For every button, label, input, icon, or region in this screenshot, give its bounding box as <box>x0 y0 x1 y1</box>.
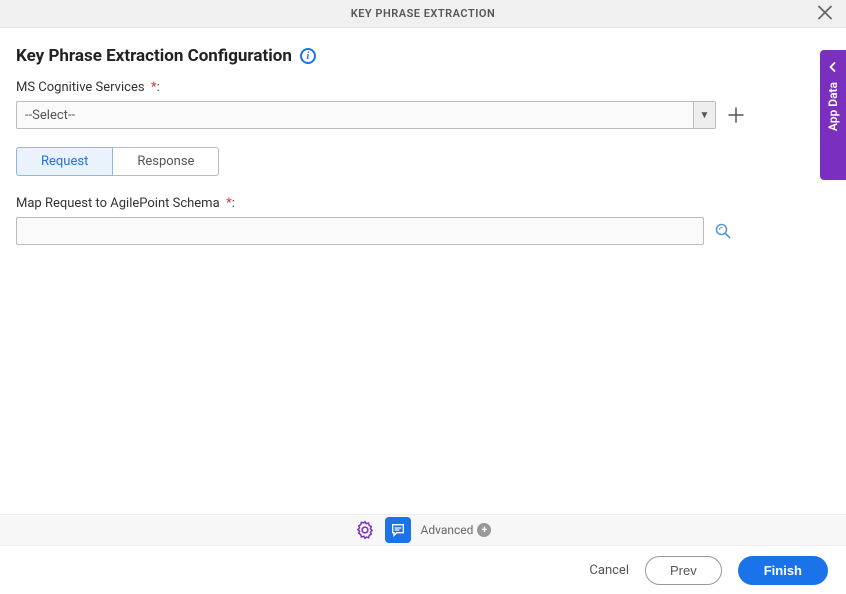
ms-cognitive-select[interactable]: --Select-- ▼ <box>16 101 716 129</box>
footer-actions: Cancel Prev Finish <box>0 546 846 594</box>
ms-cognitive-label: MS Cognitive Services *: <box>16 80 830 95</box>
main-content: Key Phrase Extraction Configuration i MS… <box>0 28 846 245</box>
schema-browse-button[interactable] <box>714 222 732 240</box>
footer-toolbar: Advanced + <box>0 514 846 546</box>
plus-circle-icon: + <box>477 523 491 537</box>
required-star: *: <box>148 80 160 95</box>
ms-cognitive-label-text: MS Cognitive Services <box>16 80 145 95</box>
comment-icon <box>390 522 406 538</box>
info-icon[interactable]: i <box>300 48 316 64</box>
advanced-toggle[interactable]: Advanced + <box>421 523 492 537</box>
header-bar: KEY PHRASE EXTRACTION <box>0 0 846 28</box>
ms-cognitive-selected: --Select-- <box>25 108 75 123</box>
cancel-button[interactable]: Cancel <box>589 563 629 578</box>
settings-button[interactable] <box>355 520 375 540</box>
chevron-down-icon: ▼ <box>693 102 715 128</box>
ms-cognitive-select-wrap: --Select-- ▼ <box>16 101 716 129</box>
app-data-panel-toggle[interactable]: App Data <box>820 50 846 180</box>
tabs: Request Response <box>16 147 830 176</box>
add-connection-button[interactable] <box>726 105 746 125</box>
gear-icon <box>355 520 375 540</box>
page-title: Key Phrase Extraction Configuration <box>16 46 292 66</box>
plus-icon <box>728 107 744 123</box>
tab-response[interactable]: Response <box>113 147 219 176</box>
close-button[interactable] <box>814 1 836 26</box>
required-star: *: <box>223 196 235 211</box>
prev-button[interactable]: Prev <box>645 556 722 585</box>
close-icon <box>818 5 832 19</box>
chevron-left-icon <box>828 60 838 76</box>
header-title: KEY PHRASE EXTRACTION <box>351 7 496 20</box>
finish-button[interactable]: Finish <box>738 556 828 585</box>
map-request-input[interactable] <box>16 217 704 245</box>
ms-cognitive-row: --Select-- ▼ <box>16 101 830 129</box>
advanced-label-text: Advanced <box>421 523 474 537</box>
app-data-label: App Data <box>826 82 840 131</box>
comments-button[interactable] <box>385 517 411 543</box>
map-request-row <box>16 217 830 245</box>
footer: Advanced + Cancel Prev Finish <box>0 514 846 594</box>
map-request-label: Map Request to AgilePoint Schema *: <box>16 196 830 211</box>
map-request-label-text: Map Request to AgilePoint Schema <box>16 196 220 211</box>
search-icon <box>714 222 732 240</box>
tab-request[interactable]: Request <box>16 147 113 176</box>
page-title-row: Key Phrase Extraction Configuration i <box>16 46 830 66</box>
